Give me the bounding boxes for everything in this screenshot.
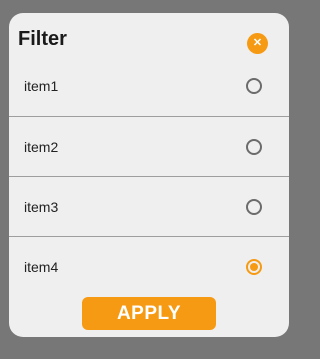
radio-button[interactable] xyxy=(246,258,262,275)
apply-button[interactable]: APPLY xyxy=(82,297,216,330)
option-label: item4 xyxy=(24,258,59,275)
option-label: item2 xyxy=(24,138,59,155)
radio-button[interactable] xyxy=(246,198,262,215)
option-label: item3 xyxy=(24,198,59,215)
dialog-title: Filter xyxy=(18,28,67,50)
close-button[interactable]: ✕ xyxy=(247,33,268,54)
close-icon: ✕ xyxy=(252,37,263,49)
radio-button[interactable] xyxy=(246,78,262,94)
filter-option-item3[interactable]: item3 xyxy=(9,176,289,236)
filter-dialog: Filter ✕ item1 item2 item3 item4 APPLY xyxy=(9,13,289,337)
filter-option-item1[interactable]: item1 xyxy=(9,56,289,116)
radio-button[interactable] xyxy=(246,138,262,155)
filter-option-item2[interactable]: item2 xyxy=(9,116,289,176)
filter-option-item4[interactable]: item4 xyxy=(9,236,289,296)
filter-options-list: item1 item2 item3 item4 xyxy=(9,56,289,296)
option-label: item1 xyxy=(24,78,59,94)
